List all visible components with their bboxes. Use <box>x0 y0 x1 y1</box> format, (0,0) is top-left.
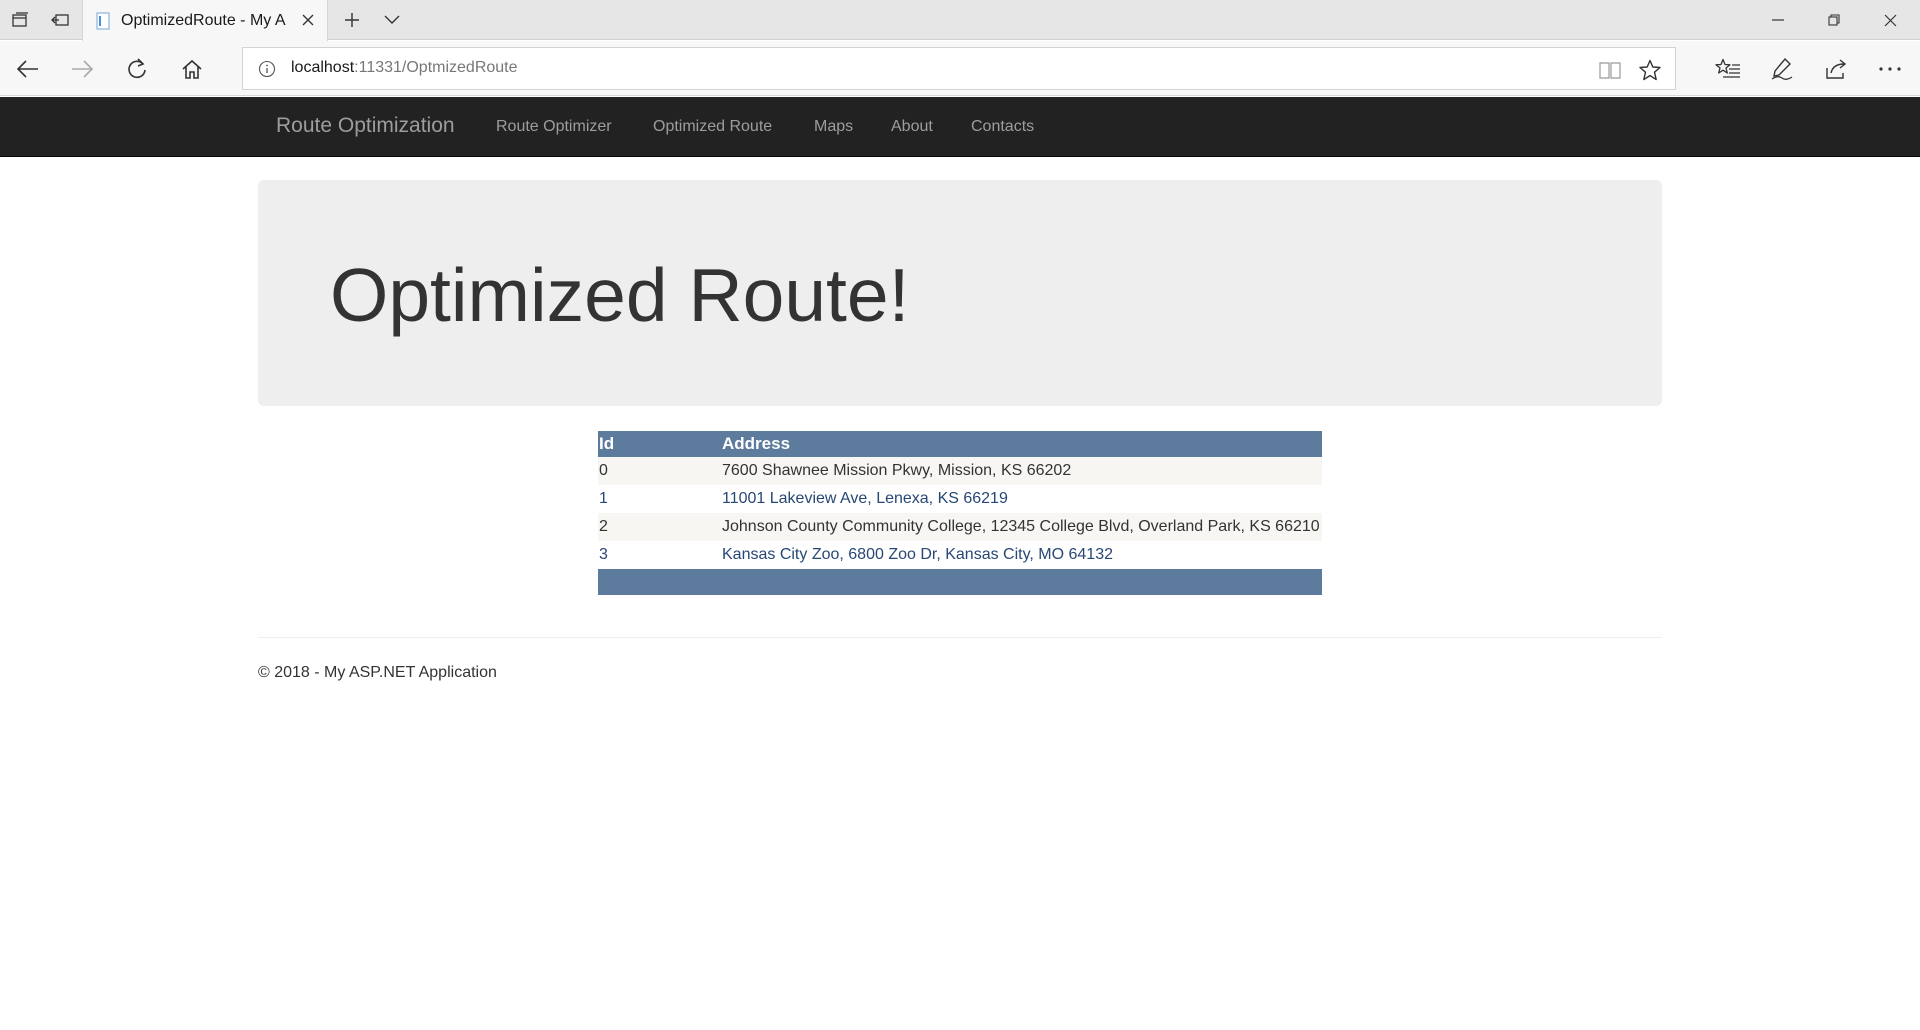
table-footer-row <box>598 569 1322 595</box>
column-header-address: Address <box>721 431 1322 457</box>
set-tabs-aside-icon[interactable] <box>40 0 80 40</box>
home-icon[interactable] <box>170 47 214 91</box>
cell-address: 11001 Lakeview Ave, Lenexa, KS 66219 <box>721 485 1322 513</box>
share-icon[interactable] <box>1814 47 1858 91</box>
close-window-icon[interactable] <box>1862 0 1918 40</box>
cell-id: 2 <box>598 513 721 541</box>
back-arrow-icon[interactable] <box>6 47 50 91</box>
close-tab-icon[interactable] <box>299 11 317 29</box>
favorite-star-icon[interactable] <box>1637 57 1663 83</box>
more-options-icon[interactable] <box>1868 47 1912 91</box>
cell-address: Kansas City Zoo, 6800 Zoo Dr, Kansas Cit… <box>721 541 1322 569</box>
table-footer-cell <box>598 569 1322 595</box>
footer-divider <box>258 637 1662 638</box>
site-navbar: Route Optimization Route Optimizer Optim… <box>0 97 1920 157</box>
nav-link-maps[interactable]: Maps <box>814 118 853 136</box>
table-row: 3 Kansas City Zoo, 6800 Zoo Dr, Kansas C… <box>598 541 1322 569</box>
minimize-icon[interactable] <box>1750 0 1806 40</box>
refresh-icon[interactable] <box>115 47 159 91</box>
nav-link-about[interactable]: About <box>891 118 933 136</box>
tab-list-icon[interactable] <box>0 0 40 40</box>
page-favicon-icon <box>95 12 111 30</box>
url-text[interactable]: localhost:11331/OptmizedRoute <box>291 59 518 77</box>
column-header-id: Id <box>598 431 721 457</box>
nav-link-contacts[interactable]: Contacts <box>971 118 1034 136</box>
browser-tab-bar: OptimizedRoute - My A <box>0 0 1920 41</box>
nav-link-route-optimizer[interactable]: Route Optimizer <box>496 118 612 136</box>
reading-view-icon[interactable] <box>1597 57 1623 83</box>
browser-tab-active[interactable]: OptimizedRoute - My A <box>82 0 328 41</box>
nav-link-optimized-route[interactable]: Optimized Route <box>653 118 772 136</box>
table-row: 0 7600 Shawnee Mission Pkwy, Mission, KS… <box>598 457 1322 485</box>
forward-arrow-icon[interactable] <box>60 47 104 91</box>
url-host: localhost <box>291 59 355 76</box>
url-path: :11331/OptmizedRoute <box>354 59 518 76</box>
browser-toolbar: localhost:11331/OptmizedRoute <box>0 41 1920 96</box>
cell-address: 7600 Shawnee Mission Pkwy, Mission, KS 6… <box>721 457 1322 485</box>
address-bar[interactable]: localhost:11331/OptmizedRoute <box>242 47 1676 90</box>
page-heading: Optimized Route! <box>330 253 910 337</box>
table-header-row: Id Address <box>598 431 1322 457</box>
web-notes-pen-icon[interactable] <box>1760 47 1804 91</box>
site-info-icon[interactable] <box>257 59 277 79</box>
cell-id: 1 <box>598 485 721 513</box>
tab-title: OptimizedRoute - My A <box>121 11 286 29</box>
tab-preview-chevron-icon[interactable] <box>372 0 412 40</box>
new-tab-icon[interactable] <box>332 0 372 40</box>
navbar-brand[interactable]: Route Optimization <box>276 114 455 138</box>
table-row: 2 Johnson County Community College, 1234… <box>598 513 1322 541</box>
route-table: Id Address 0 7600 Shawnee Mission Pkwy, … <box>598 431 1322 595</box>
jumbotron: Optimized Route! <box>258 180 1662 406</box>
footer-copyright: © 2018 - My ASP.NET Application <box>258 664 497 681</box>
favorites-hub-icon[interactable] <box>1706 47 1750 91</box>
restore-icon[interactable] <box>1806 0 1862 40</box>
cell-id: 0 <box>598 457 721 485</box>
cell-id: 3 <box>598 541 721 569</box>
table-row: 1 11001 Lakeview Ave, Lenexa, KS 66219 <box>598 485 1322 513</box>
cell-address: Johnson County Community College, 12345 … <box>721 513 1322 541</box>
